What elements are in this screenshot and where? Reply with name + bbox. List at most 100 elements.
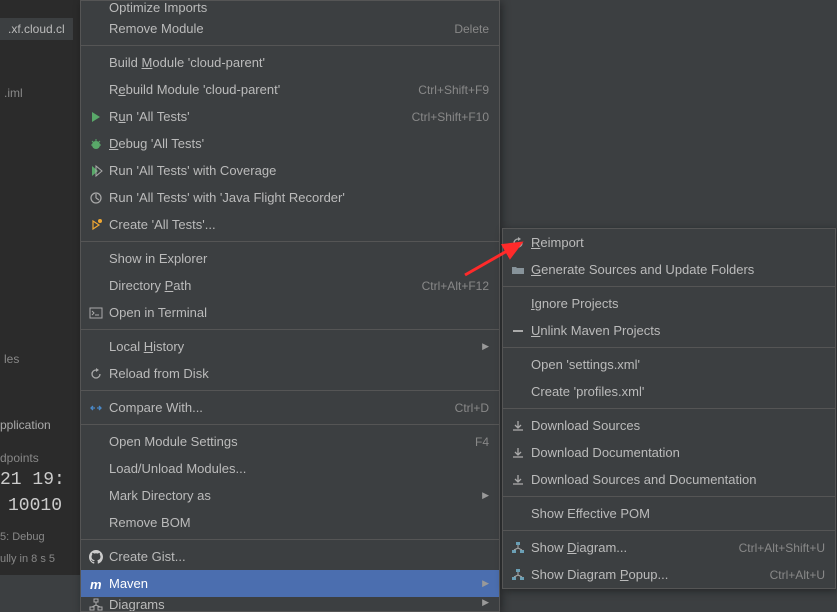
bg-text: 21 19: [0,470,65,490]
menu-item-label: Create 'profiles.xml' [531,384,825,399]
maven-item-show-effective-pom[interactable]: Show Effective POM [503,500,835,527]
menu-separator [81,241,499,242]
menu-shortcut: Ctrl+Shift+F10 [412,110,489,124]
menu-item-label: Load/Unload Modules... [109,461,489,476]
menu-item-remove-module[interactable]: Remove ModuleDelete [81,15,499,42]
menu-item-label: Run 'All Tests' with 'Java Flight Record… [109,190,489,205]
menu-item-optimize-imports[interactable]: Optimize Imports [81,1,499,15]
menu-item-mark-directory-as[interactable]: Mark Directory as ▶ [81,482,499,509]
menu-item-label: Generate Sources and Update Folders [531,262,825,277]
menu-item-label: Run 'All Tests' [109,109,400,124]
menu-item-label: Show Diagram... [531,540,727,555]
context-menu[interactable]: Optimize ImportsRemove ModuleDelete Build… [80,0,500,612]
menu-item-local-history[interactable]: Local History▶ [81,333,499,360]
diagrams-icon [87,597,105,611]
menu-item-diagrams[interactable]: Diagrams▶ [81,597,499,611]
menu-shortcut: Delete [454,22,489,36]
menu-item-reload-from-disk[interactable]: Reload from Disk [81,360,499,387]
menu-item-show-in-explorer[interactable]: Show in Explorer [81,245,499,272]
menu-item-maven[interactable]: m Maven ▶ [81,570,499,597]
menu-item-label: Run 'All Tests' with Coverage [109,163,489,178]
blank-icon [87,278,105,294]
menu-item-debug-all-tests[interactable]: Debug 'All Tests' [81,130,499,157]
maven-item-ignore-projects[interactable]: Ignore Projects [503,290,835,317]
maven-item-unlink-maven-projects[interactable]: Unlink Maven Projects [503,317,835,344]
menu-item-open-module-settings[interactable]: Open Module Settings F4 [81,428,499,455]
reload-icon [509,235,527,251]
menu-item-label: Reload from Disk [109,366,489,381]
maven-submenu[interactable]: Reimport Generate Sources and Update Fold… [502,228,836,589]
menu-item-remove-bom[interactable]: Remove BOM [81,509,499,536]
menu-item-run-all-tests-with-coverage[interactable]: Run 'All Tests' with Coverage [81,157,499,184]
menu-item-create-all-tests[interactable]: Create 'All Tests'... [81,211,499,238]
menu-item-label: Mark Directory as [109,488,474,503]
menu-item-label: Directory Path [109,278,410,293]
github-icon [87,549,105,565]
menu-item-label: Build Module 'cloud-parent' [109,55,489,70]
menu-item-label: Show Effective POM [531,506,825,521]
terminal-icon [87,305,105,321]
coverage-icon [87,163,105,179]
blank-icon [509,384,527,400]
bg-text: .iml [4,86,23,100]
menu-item-open-in-terminal[interactable]: Open in Terminal [81,299,499,326]
maven-item-create-profiles-xml[interactable]: Create 'profiles.xml' [503,378,835,405]
submenu-arrow-icon: ▶ [482,578,489,589]
bg-status: ully in 8 s 5 [0,553,55,565]
menu-item-label: Open 'settings.xml' [531,357,825,372]
reload-icon [87,366,105,382]
menu-item-build-module-cloud-parent[interactable]: Build Module 'cloud-parent' [81,49,499,76]
menu-item-label: Maven [109,576,474,591]
maven-item-download-documentation[interactable]: Download Documentation [503,439,835,466]
menu-item-label: Ignore Projects [531,296,825,311]
maven-item-download-sources-and-documentation[interactable]: Download Sources and Documentation [503,466,835,493]
menu-item-compare-with[interactable]: Compare With...Ctrl+D [81,394,499,421]
bg-text: 10010 [8,496,62,516]
menu-item-label: Debug 'All Tests' [109,136,489,151]
menu-item-label: Remove BOM [109,515,489,530]
menu-item-label: Diagrams [109,597,474,611]
maven-item-download-sources[interactable]: Download Sources [503,412,835,439]
menu-item-label: Download Sources [531,418,825,433]
blank-icon [87,82,105,98]
maven-icon: m [87,576,105,592]
blank-icon [87,515,105,531]
menu-separator [81,45,499,46]
menu-item-label: Local History [109,339,474,354]
menu-item-label: Compare With... [109,400,443,415]
menu-separator [503,286,835,287]
maven-item-generate-sources-and-update-folders[interactable]: Generate Sources and Update Folders [503,256,835,283]
blank-icon [509,357,527,373]
menu-item-create-gist[interactable]: Create Gist... [81,543,499,570]
maven-item-reimport[interactable]: Reimport [503,229,835,256]
menu-separator [503,408,835,409]
blank-icon [87,1,105,15]
profiler-icon [87,190,105,206]
menu-item-load-unload-modules[interactable]: Load/Unload Modules... [81,455,499,482]
menu-separator [503,496,835,497]
menu-shortcut: Ctrl+Shift+F9 [418,83,489,97]
submenu-arrow-icon: ▶ [482,490,489,501]
folder-icon [509,262,527,278]
menu-item-label: Download Documentation [531,445,825,460]
menu-shortcut: F4 [475,435,489,449]
menu-item-label: Create 'All Tests'... [109,217,489,232]
menu-separator [81,329,499,330]
maven-item-show-diagram[interactable]: Show Diagram... Ctrl+Alt+Shift+U [503,534,835,561]
maven-item-open-settings-xml[interactable]: Open 'settings.xml' [503,351,835,378]
menu-shortcut: Ctrl+Alt+Shift+U [739,541,825,555]
menu-separator [81,390,499,391]
bg-text: les [4,352,19,366]
blank-icon [87,461,105,477]
blank-icon [87,488,105,504]
menu-item-label: Rebuild Module 'cloud-parent' [109,82,406,97]
menu-separator [81,539,499,540]
menu-item-label: Open Module Settings [109,434,463,449]
menu-item-label: Create Gist... [109,549,489,564]
menu-item-run-all-tests-with-java-flight-recorder[interactable]: Run 'All Tests' with 'Java Flight Record… [81,184,499,211]
blank-icon [509,506,527,522]
bg-text: pplication [0,418,51,432]
menu-item-run-all-tests[interactable]: Run 'All Tests' Ctrl+Shift+F10 [81,103,499,130]
menu-item-directory-path[interactable]: Directory PathCtrl+Alt+F12 [81,272,499,299]
menu-item-rebuild-module-cloud-parent[interactable]: Rebuild Module 'cloud-parent' Ctrl+Shift+… [81,76,499,103]
